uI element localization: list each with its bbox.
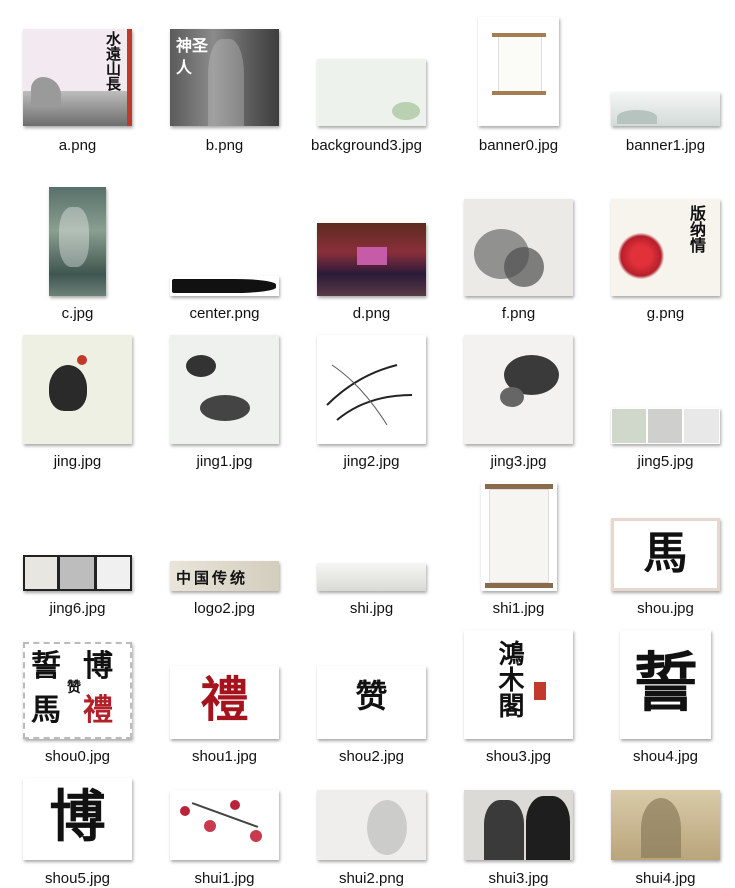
thumbnail <box>317 335 426 444</box>
file-name: shou.jpg <box>637 600 694 617</box>
file-grid: 水遠山長 a.png 神圣人 b.png background3.jpg ban… <box>5 0 735 888</box>
file-name: a.png <box>58 137 97 154</box>
thumbnail: 神圣人 <box>170 29 279 126</box>
shrimp-drawing <box>326 364 413 426</box>
file-name: shou5.jpg <box>44 870 111 887</box>
file-name: jing6.jpg <box>49 600 106 617</box>
file-name: shi.jpg <box>349 600 394 617</box>
file-name: shou2.jpg <box>338 748 405 765</box>
thumb-calligraphy: 馬 <box>643 528 688 579</box>
thumbnail: 禮 <box>170 666 279 739</box>
thumbnail <box>611 408 720 444</box>
thumbnail <box>170 276 279 296</box>
thumb-calligraphy: 博 <box>49 784 106 850</box>
file-name: jing3.jpg <box>490 453 547 470</box>
file-name: jing5.jpg <box>637 453 694 470</box>
file-name: jing.jpg <box>53 453 102 470</box>
thumb-calligraphy: 鴻木閣 <box>494 640 524 718</box>
file-name: shui2.png <box>338 870 405 887</box>
file-name: logo2.jpg <box>194 600 255 617</box>
file-name: f.png <box>501 305 536 322</box>
file-name: c.jpg <box>61 305 94 322</box>
thumb-calligraphy: 神圣人 <box>176 36 209 77</box>
thumbnail <box>464 199 573 296</box>
file-name: d.png <box>352 305 391 322</box>
thumbnail: 版纳情 <box>611 199 720 296</box>
file-name: b.png <box>205 137 244 154</box>
thumbnail: 鴻木閣 <box>464 630 573 739</box>
thumbnail: 博 <box>23 778 132 860</box>
thumb-calligraphy: 水遠山長 <box>104 31 122 91</box>
thumbnail <box>23 555 132 591</box>
file-name: shui4.jpg <box>635 870 696 887</box>
file-name: jing1.jpg <box>196 453 253 470</box>
thumb-calligraphy: 赞 <box>67 680 81 696</box>
thumbnail: 中国传统 <box>170 561 279 591</box>
thumb-calligraphy: 禮 <box>200 672 249 728</box>
thumb-calligraphy: 馬 <box>31 693 61 728</box>
file-name: shou3.jpg <box>485 748 552 765</box>
file-name: shi1.jpg <box>492 600 545 617</box>
thumb-calligraphy: 誓 <box>31 649 61 684</box>
thumb-calligraphy: 版纳情 <box>687 205 706 253</box>
thumbnail <box>611 92 720 126</box>
thumbnail <box>480 482 557 591</box>
thumbnail <box>317 790 426 860</box>
file-name: banner0.jpg <box>478 137 559 154</box>
thumbnail: 水遠山長 <box>23 29 132 126</box>
thumb-calligraphy: 博 <box>83 649 113 684</box>
thumbnail <box>611 790 720 860</box>
thumbnail <box>170 335 279 444</box>
thumb-calligraphy: 赞 <box>355 677 388 715</box>
file-name: g.png <box>646 305 685 322</box>
thumbnail <box>464 790 573 860</box>
file-name: shui3.jpg <box>488 870 549 887</box>
file-name: shou4.jpg <box>632 748 699 765</box>
thumbnail <box>170 790 279 860</box>
thumb-calligraphy: 中国传统 <box>176 569 249 587</box>
thumbnail <box>317 59 426 126</box>
thumbnail: 誓 <box>620 630 711 739</box>
thumbnail <box>49 187 106 296</box>
thumb-calligraphy: 誓 <box>633 646 698 721</box>
thumbnail <box>317 223 426 296</box>
file-name: background3.jpg <box>311 137 422 154</box>
thumbnail <box>23 335 132 444</box>
thumbnail <box>317 563 426 591</box>
file-name: shou1.jpg <box>191 748 258 765</box>
thumb-calligraphy: 禮 <box>83 693 113 728</box>
file-name: shui1.jpg <box>194 870 255 887</box>
file-name: shou0.jpg <box>44 748 111 765</box>
file-name: center.png <box>189 305 260 322</box>
thumbnail <box>464 335 573 444</box>
thumbnail: 誓 博 馬 禮 赞 <box>23 642 132 739</box>
file-name: jing2.jpg <box>343 453 400 470</box>
file-name: banner1.jpg <box>625 137 706 154</box>
thumbnail: 馬 <box>611 518 720 591</box>
thumbnail: 赞 <box>317 666 426 739</box>
thumbnail <box>478 17 559 126</box>
